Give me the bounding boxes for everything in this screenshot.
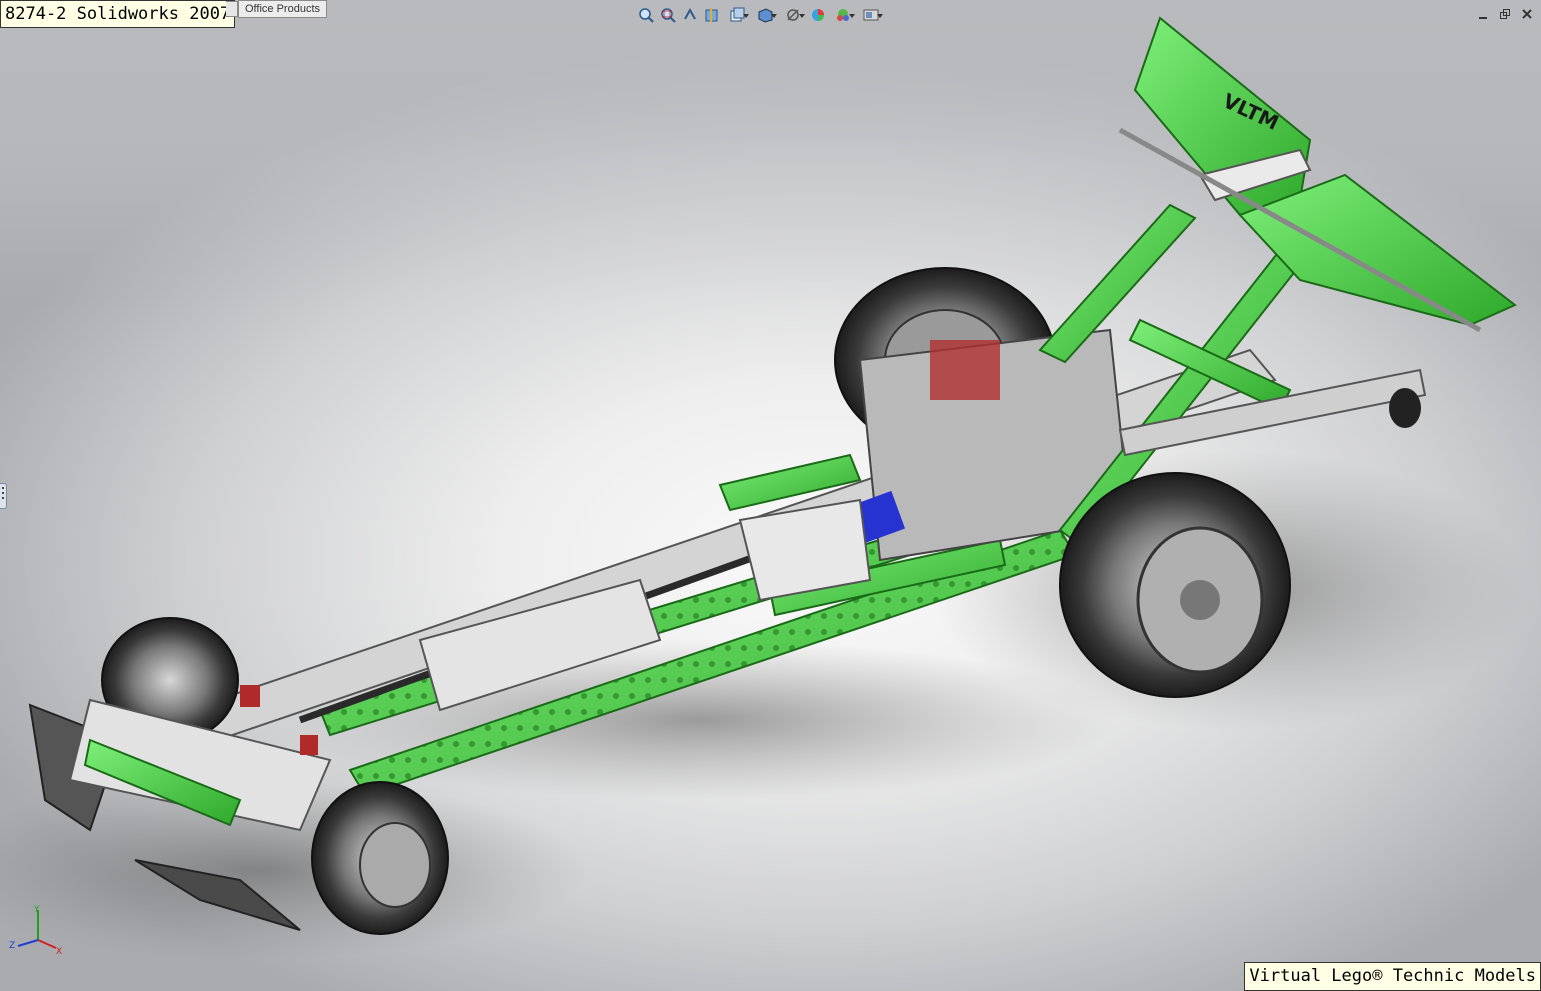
heads-up-view-toolbar bbox=[636, 4, 884, 26]
restore-icon[interactable] bbox=[1497, 6, 1513, 22]
coordinate-triad: Y X Z bbox=[9, 905, 62, 956]
rear-right-wheel bbox=[1059, 472, 1291, 698]
close-icon[interactable] bbox=[1519, 6, 1535, 22]
rear-wing: VLTM bbox=[1118, 16, 1517, 333]
tab-hidden[interactable] bbox=[226, 1, 238, 17]
document-title: 8274-2 Solidworks 2007 bbox=[0, 0, 236, 28]
apply-scene-icon[interactable] bbox=[830, 5, 856, 25]
view-settings-icon[interactable] bbox=[858, 5, 884, 25]
view-orientation-icon[interactable] bbox=[724, 5, 750, 25]
front-right-wheel bbox=[311, 781, 449, 935]
previous-view-icon[interactable] bbox=[680, 5, 700, 25]
triad-z-label: Z bbox=[9, 941, 15, 951]
watermark-label: Virtual Lego® Technic Models bbox=[1244, 962, 1541, 991]
triad-x-label: X bbox=[56, 947, 62, 956]
tab-office-products[interactable]: Office Products bbox=[238, 0, 327, 18]
model-viewport[interactable]: VLTM bbox=[0, 0, 1541, 991]
edit-appearance-icon[interactable] bbox=[808, 5, 828, 25]
panel-expand-handle[interactable] bbox=[0, 483, 7, 509]
triad-y-label: Y bbox=[33, 905, 40, 915]
minimize-icon[interactable] bbox=[1475, 6, 1491, 22]
hide-show-items-icon[interactable] bbox=[780, 5, 806, 25]
zoom-to-area-icon[interactable] bbox=[658, 5, 678, 25]
window-controls bbox=[1475, 6, 1535, 22]
display-style-icon[interactable] bbox=[752, 5, 778, 25]
zoom-to-fit-icon[interactable] bbox=[636, 5, 656, 25]
section-view-icon[interactable] bbox=[702, 5, 722, 25]
